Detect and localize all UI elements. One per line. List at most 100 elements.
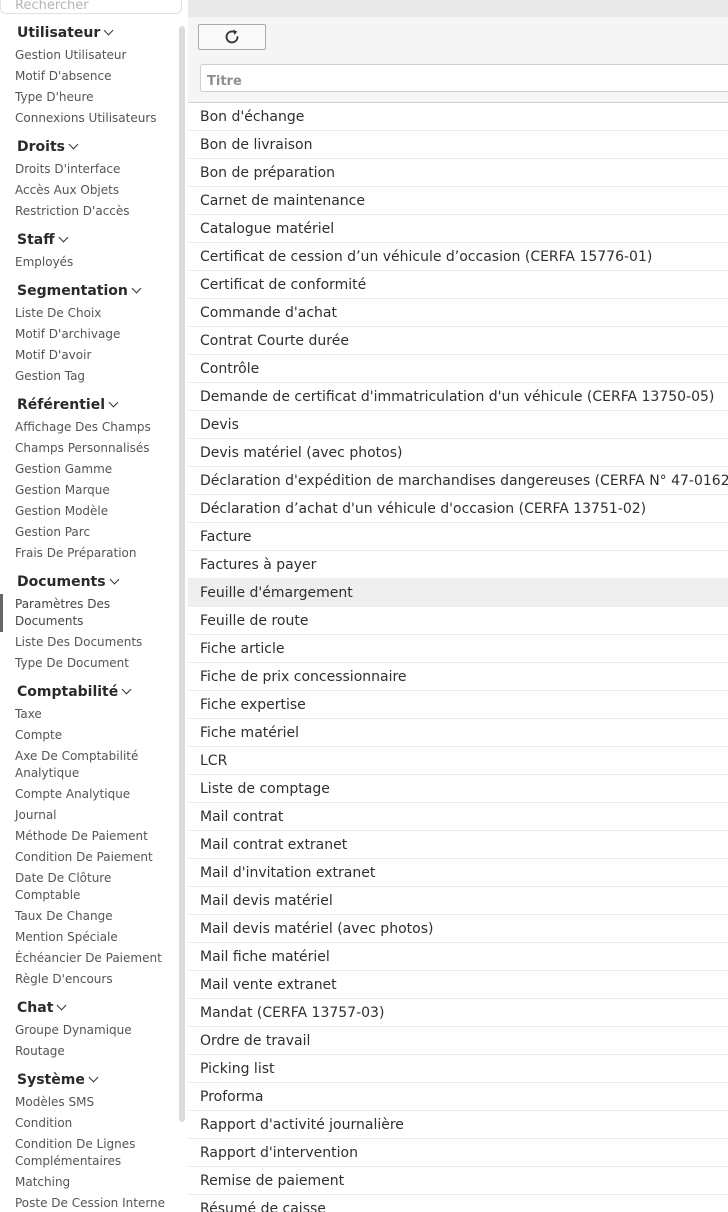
sidebar-group-6[interactable]: Comptabilité: [0, 683, 178, 704]
table-row[interactable]: Proforma: [188, 1083, 728, 1111]
sidebar-item[interactable]: Condition De Paiement: [0, 847, 178, 868]
sidebar-item[interactable]: Gestion Tag: [0, 366, 178, 387]
table-row[interactable]: Picking list: [188, 1055, 728, 1083]
sidebar-item[interactable]: Groupe Dynamique: [0, 1020, 178, 1041]
sidebar-group-4[interactable]: Référentiel: [0, 396, 178, 417]
table-row[interactable]: Bon de préparation: [188, 159, 728, 187]
table-row[interactable]: Facture: [188, 523, 728, 551]
table-row[interactable]: Mail contrat extranet: [188, 831, 728, 859]
sidebar-group-spacer: [0, 387, 178, 396]
sidebar-scrollbar[interactable]: [179, 26, 185, 1122]
sidebar-item[interactable]: Gestion Marque: [0, 480, 178, 501]
sidebar-group-5[interactable]: Documents: [0, 573, 178, 594]
sidebar-item[interactable]: Frais De Préparation: [0, 543, 178, 564]
table-row[interactable]: Fiche expertise: [188, 691, 728, 719]
sidebar-item[interactable]: Condition De Lignes Complémentaires: [0, 1134, 178, 1172]
sidebar-item[interactable]: Taxe: [0, 704, 178, 725]
table-row[interactable]: Mandat (CERFA 13757-03): [188, 999, 728, 1027]
table-row[interactable]: Demande de certificat d'immatriculation …: [188, 383, 728, 411]
sidebar-item[interactable]: Type De Document: [0, 653, 178, 674]
sidebar-item[interactable]: Règle D'encours: [0, 969, 178, 990]
sidebar-search-input[interactable]: Rechercher: [0, 0, 182, 14]
sidebar-item[interactable]: Compte Analytique: [0, 784, 178, 805]
sidebar-item[interactable]: Affichage Des Champs: [0, 417, 178, 438]
table-row[interactable]: Résumé de caisse: [188, 1195, 728, 1212]
table-row[interactable]: Rapport d'intervention: [188, 1139, 728, 1167]
sidebar-item[interactable]: Connexions Utilisateurs: [0, 108, 178, 129]
table-row[interactable]: Carnet de maintenance: [188, 187, 728, 215]
table-row[interactable]: Devis matériel (avec photos): [188, 439, 728, 467]
sidebar-item[interactable]: Échéancier De Paiement: [0, 948, 178, 969]
sidebar-item[interactable]: Paramètres Des Documents: [0, 594, 178, 632]
sidebar-group-2[interactable]: Staff: [0, 231, 178, 252]
sidebar-item[interactable]: Accès Aux Objets: [0, 180, 178, 201]
sidebar-item[interactable]: Matching: [0, 1172, 178, 1193]
table-row[interactable]: Mail devis matériel: [188, 887, 728, 915]
table-row[interactable]: Déclaration d'expédition de marchandises…: [188, 467, 728, 495]
table-row[interactable]: Déclaration d’achat d'un véhicule d'occa…: [188, 495, 728, 523]
sidebar-item[interactable]: Motif D'avoir: [0, 345, 178, 366]
sidebar-item[interactable]: Gestion Modèle: [0, 501, 178, 522]
sidebar-item[interactable]: Poste De Cession Interne: [0, 1193, 178, 1212]
table-row[interactable]: Fiche matériel: [188, 719, 728, 747]
table-row[interactable]: Commande d'achat: [188, 299, 728, 327]
top-bar: [188, 0, 728, 17]
table-row[interactable]: Fiche article: [188, 635, 728, 663]
table-row[interactable]: Mail d'invitation extranet: [188, 859, 728, 887]
table-row[interactable]: Catalogue matériel: [188, 215, 728, 243]
table-row[interactable]: Certificat de cession d’un véhicule d’oc…: [188, 243, 728, 271]
table-row[interactable]: Liste de comptage: [188, 775, 728, 803]
sidebar-item[interactable]: Méthode De Paiement: [0, 826, 178, 847]
sidebar-item[interactable]: Liste Des Documents: [0, 632, 178, 653]
sidebar-item[interactable]: Motif D'absence: [0, 66, 178, 87]
table-row[interactable]: Devis: [188, 411, 728, 439]
table-row[interactable]: Mail fiche matériel: [188, 943, 728, 971]
refresh-button[interactable]: [198, 24, 266, 50]
table-row[interactable]: Remise de paiement: [188, 1167, 728, 1195]
sidebar-item[interactable]: Liste De Choix: [0, 303, 178, 324]
sidebar-group-7[interactable]: Chat: [0, 999, 178, 1020]
table-row[interactable]: LCR: [188, 747, 728, 775]
sidebar-item[interactable]: Date De Clôture Comptable: [0, 868, 178, 906]
sidebar-group-title: Référentiel: [17, 397, 106, 413]
sidebar-item[interactable]: Compte: [0, 725, 178, 746]
table-row[interactable]: Feuille d'émargement: [188, 579, 728, 607]
sidebar-item[interactable]: Gestion Parc: [0, 522, 178, 543]
table-row[interactable]: Contrat Courte durée: [188, 327, 728, 355]
main-panel: Bon d'échangeBon de livraisonBon de prép…: [188, 0, 728, 1212]
table-row[interactable]: Mail contrat: [188, 803, 728, 831]
title-filter-input[interactable]: [200, 64, 728, 92]
table-row[interactable]: Factures à payer: [188, 551, 728, 579]
sidebar-item[interactable]: Mention Spéciale: [0, 927, 178, 948]
sidebar-group-0[interactable]: Utilisateur: [0, 24, 178, 45]
chevron-down-icon: [109, 574, 120, 585]
table-row[interactable]: Certificat de conformité: [188, 271, 728, 299]
sidebar-group-3[interactable]: Segmentation: [0, 282, 178, 303]
table-row[interactable]: Feuille de route: [188, 607, 728, 635]
sidebar-item[interactable]: Modèles SMS: [0, 1092, 178, 1113]
sidebar-group-1[interactable]: Droits: [0, 138, 178, 159]
table-row[interactable]: Bon d'échange: [188, 103, 728, 131]
sidebar-item[interactable]: Champs Personnalisés: [0, 438, 178, 459]
sidebar-item[interactable]: Axe De Comptabilité Analytique: [0, 746, 178, 784]
table-row[interactable]: Contrôle: [188, 355, 728, 383]
table-row[interactable]: Rapport d'activité journalière: [188, 1111, 728, 1139]
table-row[interactable]: Fiche de prix concessionnaire: [188, 663, 728, 691]
table-row[interactable]: Mail vente extranet: [188, 971, 728, 999]
sidebar-item[interactable]: Gestion Utilisateur: [0, 45, 178, 66]
sidebar-item[interactable]: Routage: [0, 1041, 178, 1062]
table-row[interactable]: Ordre de travail: [188, 1027, 728, 1055]
sidebar-item[interactable]: Condition: [0, 1113, 178, 1134]
sidebar-item[interactable]: Employés: [0, 252, 178, 273]
sidebar-item[interactable]: Motif D'archivage: [0, 324, 178, 345]
sidebar-item[interactable]: Restriction D'accès: [0, 201, 178, 222]
sidebar-item[interactable]: Journal: [0, 805, 178, 826]
sidebar-item[interactable]: Taux De Change: [0, 906, 178, 927]
table-row[interactable]: Mail devis matériel (avec photos): [188, 915, 728, 943]
chevron-down-icon: [131, 283, 142, 294]
sidebar-item[interactable]: Gestion Gamme: [0, 459, 178, 480]
sidebar-item[interactable]: Droits D'interface: [0, 159, 178, 180]
sidebar-item[interactable]: Type D'heure: [0, 87, 178, 108]
sidebar-group-8[interactable]: Système: [0, 1071, 178, 1092]
table-row[interactable]: Bon de livraison: [188, 131, 728, 159]
